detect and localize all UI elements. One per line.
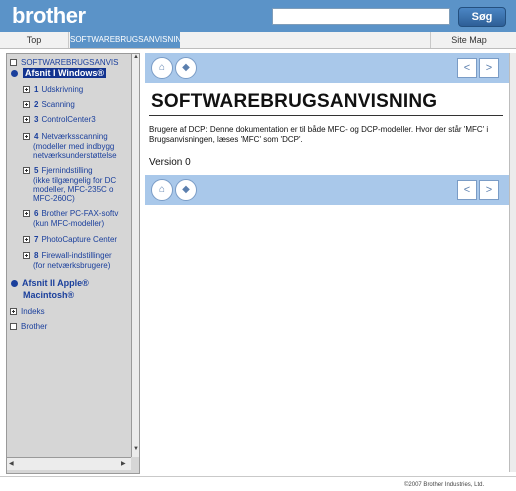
previous-page-icon[interactable]: < <box>457 58 477 78</box>
contents-icon[interactable]: ◆ <box>175 179 197 201</box>
page-icon <box>10 59 17 67</box>
sidebar-item-5-line[interactable]: MFC-260C) <box>33 194 75 203</box>
sidebar-tree: SOFTWAREBRUGSANVIS Afsnit I Windows® 1 Ud… <box>6 53 140 474</box>
page-title: SOFTWAREBRUGSANVISNING <box>151 91 438 112</box>
sidebar-section-windows[interactable] <box>11 68 22 78</box>
expand-icon <box>23 133 30 141</box>
sidebar-item-5-line[interactable]: modeller, MFC-235C o <box>33 185 113 194</box>
sidebar-item-5-line[interactable]: (ikke tilgængelig for DC <box>33 176 116 185</box>
scroll-left-icon[interactable]: ◀ <box>9 460 14 467</box>
sidebar-item-indeks[interactable]: Indeks <box>10 307 45 316</box>
sidebar-item-brother[interactable]: Brother <box>10 322 47 331</box>
sidebar-section-apple-line[interactable]: Macintosh® <box>23 290 74 300</box>
tab-softwarebrugsanvisning[interactable]: SOFTWAREBRUGSANVISNING <box>70 32 180 48</box>
tab-bar: Top SOFTWAREBRUGSANVISNING Site Map <box>0 32 516 49</box>
sidebar-vertical-scrollbar[interactable]: ▲ ▼ <box>131 54 139 457</box>
expand-icon <box>23 236 30 244</box>
scroll-right-icon[interactable]: ▶ <box>121 460 126 467</box>
tab-top[interactable]: Top <box>0 32 69 48</box>
home-icon[interactable]: ⌂ <box>151 57 173 79</box>
scroll-up-icon[interactable]: ▲ <box>133 54 139 60</box>
home-icon[interactable]: ⌂ <box>151 179 173 201</box>
search-button[interactable]: Søg <box>458 7 506 27</box>
bottom-nav-bar: ⌂ ◆ < > <box>145 175 509 205</box>
next-page-icon[interactable]: > <box>479 180 499 200</box>
sidebar-item-6[interactable]: 6 Brother PC-FAX-softv <box>23 209 118 218</box>
header-bar: brother Søg <box>0 0 516 32</box>
sidebar-item-3[interactable]: 3 ControlCenter3 <box>23 115 96 124</box>
title-divider <box>149 115 503 116</box>
sidebar-item-4-line[interactable]: netværksunderstøttelse <box>33 151 117 160</box>
scroll-down-icon[interactable]: ▼ <box>133 446 139 452</box>
previous-page-icon[interactable]: < <box>457 180 477 200</box>
version-text: Version 0 <box>149 157 191 168</box>
sidebar-item-8-line[interactable]: (for netværksbrugere) <box>33 261 110 270</box>
expand-icon <box>23 101 30 109</box>
sidebar-item-root[interactable]: SOFTWAREBRUGSANVIS <box>10 58 119 67</box>
expand-icon <box>23 167 30 175</box>
sidebar-section-windows-label[interactable]: Afsnit I Windows® <box>23 68 107 78</box>
collapsed-section-icon <box>11 280 18 288</box>
expand-icon <box>10 308 17 316</box>
sidebar-item-1[interactable]: 1 Udskrivning <box>23 85 83 94</box>
expand-icon <box>23 210 30 218</box>
sidebar-item-4-line[interactable]: (modeller med indbygg <box>33 142 114 151</box>
expand-icon <box>23 252 30 260</box>
footer-divider <box>0 476 516 477</box>
main-content: ⌂ ◆ < > SOFTWAREBRUGSANVISNING Brugere a… <box>145 53 509 472</box>
main-vertical-scrollbar[interactable] <box>509 53 516 472</box>
expand-icon <box>23 116 30 124</box>
copyright-text: ©2007 Brother Industries, Ltd. <box>404 482 485 488</box>
sidebar-item-7[interactable]: 7 PhotoCapture Center <box>23 235 117 244</box>
tab-site-map[interactable]: Site Map <box>430 32 507 48</box>
expand-icon <box>23 86 30 94</box>
sidebar-horizontal-scrollbar[interactable]: ◀ ▶ <box>7 457 131 470</box>
sidebar-item-4[interactable]: 4 Netværksscanning <box>23 132 108 141</box>
sidebar-item-2[interactable]: 2 Scanning <box>23 100 75 109</box>
top-nav-bar: ⌂ ◆ < > <box>145 53 509 83</box>
expanded-section-icon <box>11 70 18 78</box>
sidebar-item-8[interactable]: 8 Firewall-indstillinger <box>23 251 112 260</box>
page-icon <box>10 323 17 331</box>
sidebar-section-apple[interactable]: Afsnit II Apple® <box>11 278 89 288</box>
intro-text: Brugere af DCP: Denne dokumentation er t… <box>149 125 489 144</box>
next-page-icon[interactable]: > <box>479 58 499 78</box>
contents-icon[interactable]: ◆ <box>175 57 197 79</box>
search-input[interactable] <box>272 8 450 25</box>
sidebar-item-5[interactable]: 5 Fjernindstilling <box>23 166 93 175</box>
brother-logo[interactable]: brother <box>12 3 86 29</box>
sidebar-item-6-line[interactable]: (kun MFC-modeller) <box>33 219 104 228</box>
